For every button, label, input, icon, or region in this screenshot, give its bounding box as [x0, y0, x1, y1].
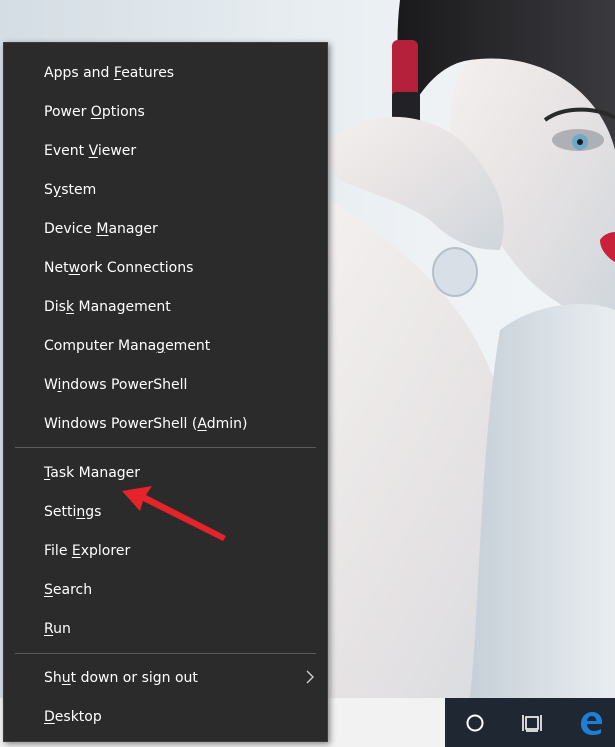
menu-item-apps-and-features[interactable]: Apps and Features — [4, 53, 327, 92]
menu-item-system[interactable]: System — [4, 170, 327, 209]
menu-item-run[interactable]: Run — [4, 609, 327, 648]
winx-context-menu: Apps and Features Power Options Event Vi… — [3, 42, 328, 742]
menu-item-search[interactable]: Search — [4, 570, 327, 609]
menu-item-shut-down-or-sign-out[interactable]: Shut down or sign out — [4, 658, 327, 697]
menu-item-file-explorer[interactable]: File Explorer — [4, 531, 327, 570]
menu-item-desktop[interactable]: Desktop — [4, 697, 327, 736]
menu-item-settings[interactable]: Settings — [4, 492, 327, 531]
menu-item-device-manager[interactable]: Device Manager — [4, 209, 327, 248]
menu-item-task-manager[interactable]: Task Manager — [4, 453, 327, 492]
menu-item-network-connections[interactable]: Network Connections — [4, 248, 327, 287]
menu-item-disk-management[interactable]: Disk Management — [4, 287, 327, 326]
menu-item-event-viewer[interactable]: Event Viewer — [4, 131, 327, 170]
chevron-right-icon — [306, 670, 314, 684]
cortana-circle-icon[interactable] — [451, 698, 499, 747]
menu-item-windows-powershell-admin[interactable]: Windows PowerShell (Admin) — [4, 404, 327, 443]
menu-separator — [15, 447, 316, 448]
edge-icon[interactable] — [567, 698, 615, 747]
menu-item-power-options[interactable]: Power Options — [4, 92, 327, 131]
menu-item-computer-management[interactable]: Computer Management — [4, 326, 327, 365]
task-view-icon[interactable] — [509, 698, 557, 747]
menu-separator — [15, 653, 316, 654]
menu-item-windows-powershell[interactable]: Windows PowerShell — [4, 365, 327, 404]
